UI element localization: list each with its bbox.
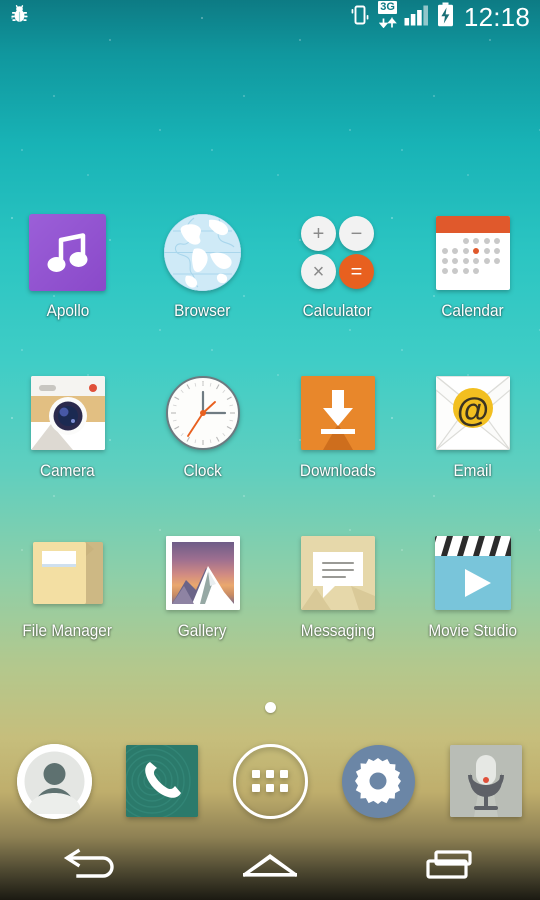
app-file-manager[interactable]: File Manager (0, 534, 135, 694)
calendar-icon[interactable] (434, 214, 511, 291)
app-row: Apollo Browser + − × = Calculator Calend… (0, 214, 540, 374)
gallery-photo-icon[interactable] (164, 534, 241, 611)
app-label: File Manager (22, 622, 113, 640)
settings-gear-icon[interactable] (341, 744, 416, 819)
app-drawer-dot-grid (252, 770, 288, 792)
calendar-day-grid (436, 233, 510, 274)
app-calculator[interactable]: + − × = Calculator (270, 214, 405, 374)
app-label: Clock (183, 462, 222, 480)
network-type-label: 3G (378, 1, 397, 14)
app-label: Messaging (300, 622, 375, 640)
back-arrow-icon (58, 847, 122, 886)
app-apollo[interactable]: Apollo (0, 214, 135, 374)
phone-handset-icon[interactable] (125, 744, 200, 819)
data-transfer-icon (378, 15, 397, 33)
dock-item-people[interactable] (0, 743, 108, 819)
back-button[interactable] (0, 832, 180, 900)
app-drawer-icon[interactable] (232, 743, 308, 819)
app-row: Camera Clock Downloads @ Email (0, 374, 540, 534)
app-label: Camera (40, 462, 95, 480)
messaging-bubble-icon[interactable] (299, 534, 376, 611)
downloads-icon[interactable] (299, 374, 376, 451)
app-row: File Manager Gallery Messaging Movie Stu… (0, 534, 540, 694)
app-label: Downloads (299, 462, 376, 480)
calculator-minus-key: − (339, 216, 374, 251)
dock-item-sound-recorder[interactable] (432, 744, 540, 819)
home-button[interactable] (180, 832, 360, 900)
dock-item-phone[interactable] (108, 744, 216, 819)
status-bar-clock: 12:18 (463, 1, 530, 32)
battery-charging-icon (437, 2, 454, 32)
home-icon (238, 847, 302, 886)
dock-item-settings[interactable] (324, 744, 432, 819)
people-contacts-icon[interactable] (16, 743, 92, 819)
navigation-bar (0, 832, 540, 900)
app-messaging[interactable]: Messaging (270, 534, 405, 694)
app-downloads[interactable]: Downloads (270, 374, 405, 534)
network-type-3g-icon: 3G (378, 1, 397, 33)
browser-globe-icon[interactable] (164, 214, 241, 291)
app-label: Calculator (302, 302, 373, 320)
calculator-equals-key: = (339, 254, 374, 289)
app-label: Calendar (441, 302, 504, 320)
app-browser[interactable]: Browser (135, 214, 270, 374)
app-calendar[interactable]: Calendar (405, 214, 540, 374)
status-bar[interactable]: 3G 12:18 (0, 0, 540, 34)
email-icon[interactable]: @ (434, 374, 511, 451)
app-email[interactable]: @ Email (405, 374, 540, 534)
recent-apps-icon (418, 847, 482, 886)
app-gallery[interactable]: Gallery (135, 534, 270, 694)
app-label: Apollo (46, 302, 89, 320)
signal-bars-icon (404, 4, 430, 31)
app-label: Browser (174, 302, 231, 320)
page-indicator (0, 702, 540, 713)
app-label: Email (453, 462, 492, 480)
vibrate-icon (349, 3, 371, 32)
calculator-multiply-key: × (301, 254, 336, 289)
camera-icon[interactable] (29, 374, 106, 451)
app-icon-grid: Apollo Browser + − × = Calculator Calend… (0, 214, 540, 694)
app-camera[interactable]: Camera (0, 374, 135, 534)
app-clock[interactable]: Clock (135, 374, 270, 534)
dock (0, 735, 540, 827)
calendar-header-bar (435, 215, 510, 233)
bug-icon (8, 3, 31, 31)
android-home-screen: 3G 12:18 Apollo Browser + − × = Calculat… (0, 0, 540, 900)
page-indicator-dot[interactable] (264, 702, 276, 713)
recent-apps-button[interactable] (360, 832, 540, 900)
app-label: Movie Studio (428, 622, 517, 640)
movie-studio-clapper-icon[interactable] (434, 534, 511, 611)
app-movie-studio[interactable]: Movie Studio (405, 534, 540, 694)
clock-icon[interactable] (164, 374, 241, 451)
app-label: Gallery (178, 622, 227, 640)
file-manager-folder-icon[interactable] (29, 534, 106, 611)
apollo-music-icon[interactable] (29, 214, 106, 291)
microphone-icon[interactable] (449, 744, 524, 819)
svg-text:@: @ (456, 391, 488, 428)
calculator-icon[interactable]: + − × = (299, 214, 376, 291)
dock-item-app-drawer[interactable] (216, 743, 324, 819)
calculator-plus-key: + (301, 216, 336, 251)
